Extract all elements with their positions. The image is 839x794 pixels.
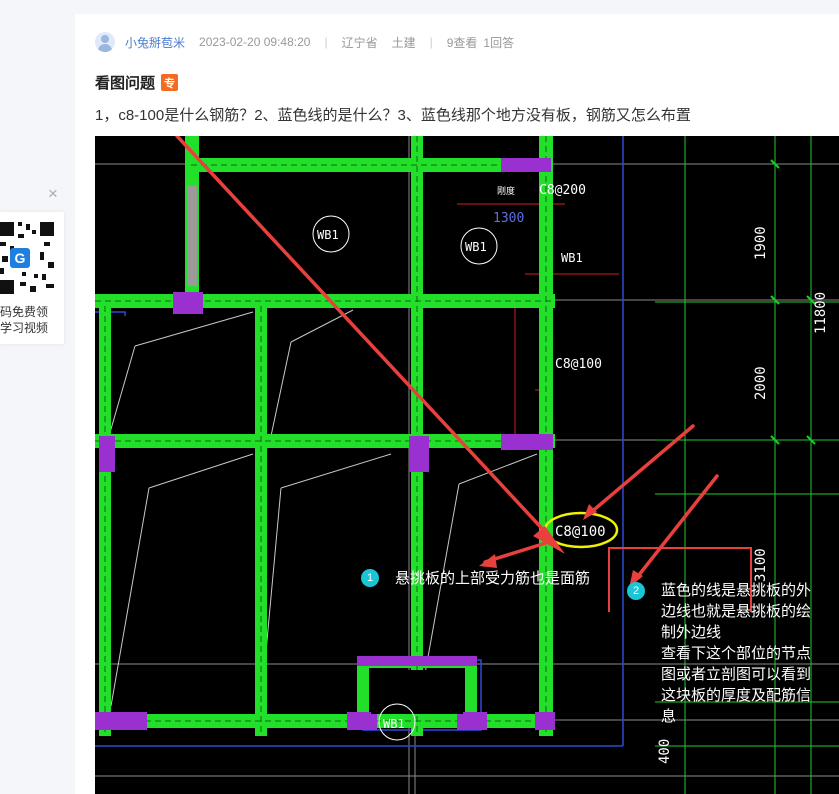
qr-promo-panel[interactable]: G 码免费领 学习视频 [0,212,64,344]
view-count: 9查看 [446,35,478,50]
annotation-number-2: 2 [627,582,645,600]
annotation-text-2-line: 图或者立剖图可以看到 [661,666,812,683]
post-meta: 小兔掰苞米 2023-02-20 09:48:20 | 辽宁省 土建 | 9查看… [95,32,528,52]
label-wb1-d: WB1 [561,251,583,265]
meta-separator: | [429,35,433,49]
post-category: 土建 [391,35,416,50]
annotation-text-2-line: 蓝色的线是悬挑板的外 [661,582,812,599]
question-body: 1，c8-100是什么钢筋？2、蓝色线的是什么？3、蓝色线那个地方没有板，钢筋又… [95,107,691,124]
annotation-text-2-line: 息 [661,708,677,725]
question-title-text: 看图问题 [95,75,156,92]
cad-drawing-image[interactable]: WB1 WB1 WB1 WB1 C8@200 刚度 C8@100 C8@100 … [95,136,839,794]
question-card: 小兔掰苞米 2023-02-20 09:48:20 | 辽宁省 土建 | 9查看… [75,14,839,794]
meta-separator: | [324,35,328,49]
label-wb1-b: WB1 [465,240,487,254]
annotation-1: 1 悬挑板的上部受力筋也是面筋 [361,567,590,588]
label-rebar-circled: C8@100 [555,524,606,540]
label-dim-2000: 2000 [753,366,769,400]
label-rebar-mid: C8@100 [555,357,602,372]
label-dim-11800: 11800 [813,292,829,334]
annotation-number-1: 1 [361,568,379,587]
annotation-text-2-line: 制外边线 [661,624,722,641]
label-dim-1900: 1900 [753,226,769,260]
label-wb1-c: WB1 [383,717,405,731]
post-datetime: 2023-02-20 09:48:20 [199,35,311,49]
label-dim-400: 400 [657,739,673,764]
label-rebar-top: C8@200 [539,183,586,198]
post-region: 辽宁省 [341,35,378,50]
qr-text-line1: 码免费领 [0,305,49,319]
expert-badge: 专 [161,74,179,91]
svg-text:G: G [15,250,26,266]
username-link[interactable]: 小兔掰苞米 [125,34,185,51]
qr-text-line2: 学习视频 [0,321,49,335]
qr-code-icon: G [0,220,56,296]
label-wb1-a: WB1 [317,228,339,242]
label-dim-3100: 3100 [753,548,769,582]
label-small: 刚度 [497,185,515,197]
annotation-text-1: 悬挑板的上部受力筋也是面筋 [395,570,591,587]
label-dim-1300: 1300 [493,211,524,226]
question-title: 看图问题 专 [95,72,179,93]
close-icon[interactable]: × [48,185,58,202]
answer-count: 1回答 [483,35,515,50]
annotation-text-2-line: 查看下这个部位的节点 [661,645,812,662]
annotation-text-2-line: 这块板的厚度及配筋信 [661,687,812,704]
annotation-text-2-line: 边线也就是悬挑板的绘 [661,603,812,620]
avatar[interactable] [95,32,115,52]
